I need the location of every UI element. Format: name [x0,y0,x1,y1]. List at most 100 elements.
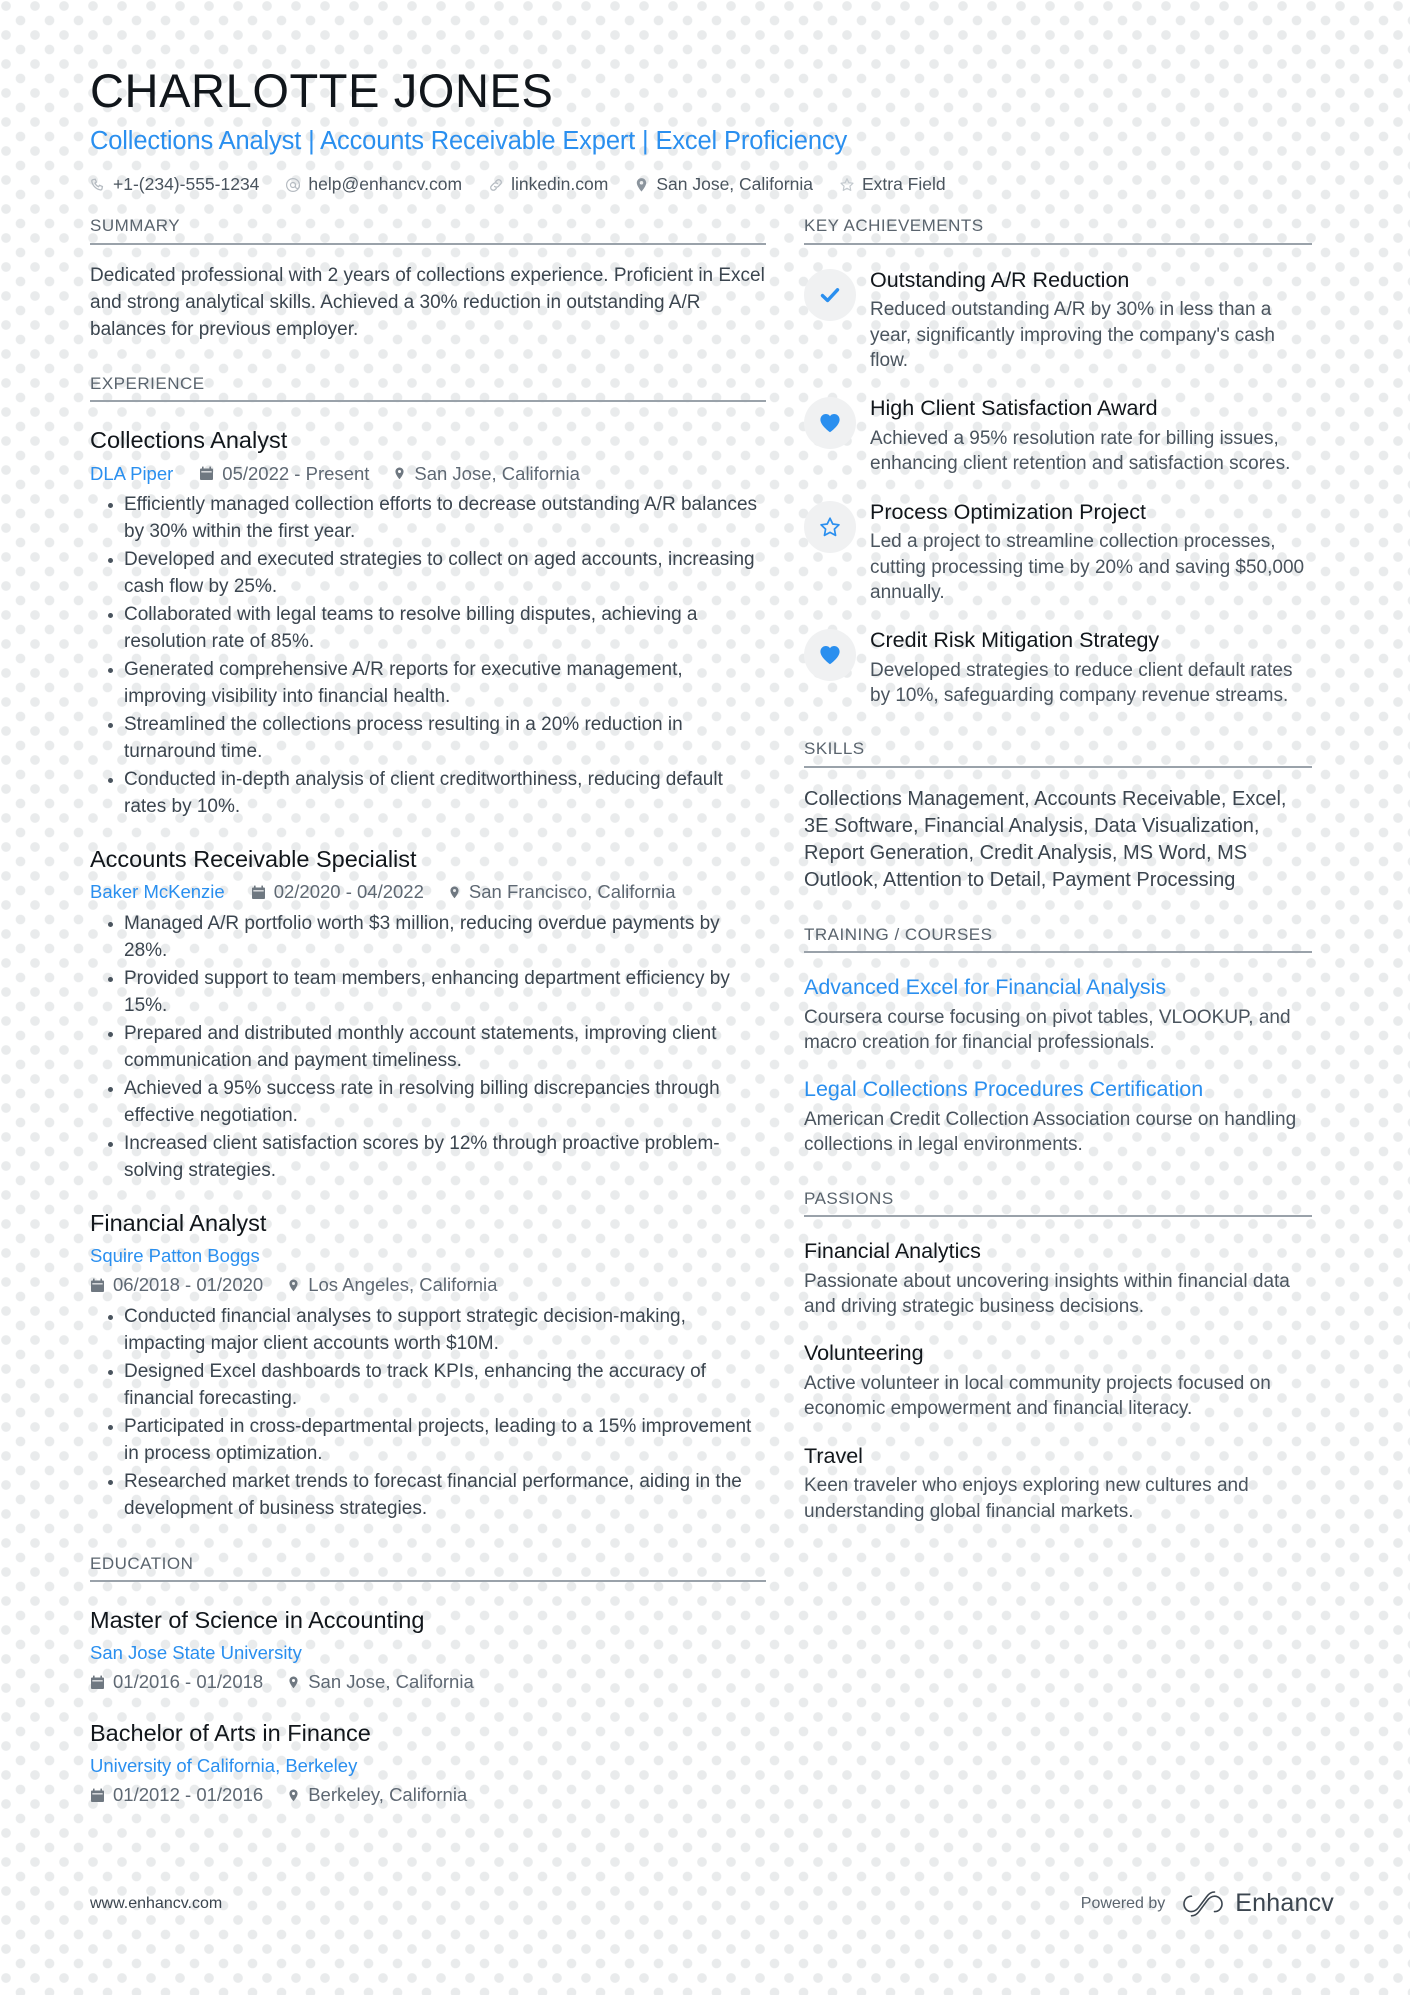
passion-description: Passionate about uncovering insights wit… [804,1270,1290,1317]
footer-brand: Powered by Enhancv [1081,1889,1334,1918]
passion-item: Financial Analytics Passionate about unc… [804,1239,1312,1319]
section-training-courses: TRAINING / COURSES Advanced Excel for Fi… [804,924,1312,1158]
achievement-title: Outstanding A/R Reduction [870,267,1130,292]
location-pin-icon [287,1278,300,1293]
skills-text: Collections Management, Accounts Receiva… [804,787,1287,891]
contact-phone[interactable]: +1-(234)-555-1234 [90,174,259,195]
experience-location: San Francisco, California [448,880,676,905]
contact-email[interactable]: help@enhancv.com [285,174,462,195]
achievement-description: Achieved a 95% resolution rate for billi… [870,427,1291,475]
contact-link-text: linkedin.com [511,174,609,195]
candidate-headline: Collections Analyst | Accounts Receivabl… [90,126,848,155]
contact-extra-field-text: Extra Field [861,174,946,195]
powered-by-label: Powered by [1080,1894,1166,1912]
course-item: Legal Collections Procedures Certificati… [804,1077,1312,1157]
section-education: EDUCATION Master of Science in Accountin… [90,1553,766,1809]
experience-dates: 05/2022 - Present [199,462,369,487]
location-pin-icon [634,177,649,193]
experience-company[interactable]: Baker McKenzie [90,880,225,905]
education-dates: 01/2012 - 01/2016 [90,1783,263,1808]
bullet-item: Developed and executed strategies to col… [108,547,766,601]
calendar-icon [251,885,266,900]
experience-dates-text: 06/2018 - 01/2020 [113,1274,264,1296]
experience-entry: Collections Analyst DLA Piper 05/2022 - … [90,426,766,821]
achievement-item: Outstanding A/R Reduction Reduced outsta… [804,267,1312,374]
bullet-item: Conducted financial analyses to support … [108,1304,766,1358]
achievement-item: Process Optimization Project Led a proje… [804,499,1312,606]
experience-job-title: Accounts Receivable Specialist [90,846,417,873]
passion-description: Active volunteer in local community proj… [804,1372,1271,1420]
contact-location[interactable]: San Jose, California [634,174,813,195]
bullet-item: Streamlined the collections process resu… [108,712,766,766]
achievement-description: Developed strategies to reduce client de… [870,659,1293,707]
course-title[interactable]: Advanced Excel for Financial Analysis [804,975,1312,1001]
achievement-title: Process Optimization Project [870,499,1147,524]
calendar-icon [199,466,214,481]
course-title[interactable]: Legal Collections Procedures Certificati… [804,1077,1312,1103]
bullet-item: Prepared and distributed monthly account… [108,1021,766,1075]
training-heading: TRAINING / COURSES [804,924,1312,953]
experience-dates-text: 02/2020 - 04/2022 [273,881,424,903]
calendar-icon [90,1788,105,1803]
check-icon [818,283,842,307]
experience-job-title: Collections Analyst [90,427,288,454]
achievement-description: Led a project to streamline collection p… [870,531,1305,603]
key-achievements-heading: KEY ACHIEVEMENTS [804,215,1312,245]
course-description: Coursera course focusing on pivot tables… [804,1006,1291,1053]
education-location: Berkeley, California [287,1783,467,1808]
achievement-item: High Client Satisfaction Award Achieved … [804,395,1312,476]
education-dates-text: 01/2012 - 01/2016 [113,1784,264,1806]
achievement-title: Credit Risk Mitigation Strategy [870,628,1160,653]
contact-link[interactable]: linkedin.com [488,174,608,195]
section-summary: SUMMARY Dedicated professional with 2 ye… [90,215,766,343]
achievement-badge [804,500,856,553]
resume-header: CHARLOTTE JONES Collections Analyst | Ac… [90,65,1334,195]
experience-entry: Financial Analyst Squire Patton Boggs 06… [90,1209,766,1523]
experience-location: San Jose, California [393,462,580,487]
experience-meta: Squire Patton Boggs 06/2018 - 01/2020 Lo… [90,1244,766,1298]
education-meta: San Jose State University 01/2016 - 01/2… [90,1641,766,1695]
passion-item: Travel Keen traveler who enjoys explorin… [804,1444,1312,1524]
enhancv-logo-icon [1181,1890,1225,1917]
bullet-item: Managed A/R portfolio worth $3 million, … [108,911,766,965]
achievement-description: Reduced outstanding A/R by 30% in less t… [870,299,1275,371]
experience-company[interactable]: DLA Piper [90,462,173,487]
education-dates-text: 01/2016 - 01/2018 [113,1671,264,1693]
summary-text: Dedicated professional with 2 years of c… [90,264,765,340]
section-key-achievements: KEY ACHIEVEMENTS Outstanding A/R Reducti… [804,215,1312,708]
location-pin-icon [287,1788,300,1803]
section-experience: EXPERIENCE Collections Analyst DLA Piper [90,373,766,1523]
star-outline-icon [818,515,842,539]
experience-company[interactable]: Squire Patton Boggs [90,1244,766,1269]
passion-title: Volunteering [804,1341,924,1366]
contact-row: +1-(234)-555-1234 help@enhancv.com linke… [90,174,1334,195]
resume-footer: www.enhancv.com Powered by Enhancv [90,1889,1334,1918]
course-item: Advanced Excel for Financial Analysis Co… [804,975,1312,1055]
passions-heading: PASSIONS [804,1188,1312,1217]
education-school[interactable]: San Jose State University [90,1641,766,1666]
education-entry: Master of Science in Accounting San Jose… [90,1606,766,1695]
experience-location-text: Los Angeles, California [308,1274,498,1296]
contact-extra-field[interactable]: Extra Field [839,174,946,195]
education-location-text: San Jose, California [308,1671,474,1693]
left-column: SUMMARY Dedicated professional with 2 ye… [90,215,804,1808]
experience-dates-text: 05/2022 - Present [222,462,370,484]
bullet-item: Generated comprehensive A/R reports for … [108,657,766,711]
experience-location-text: San Francisco, California [468,881,676,903]
star-outline-icon [839,177,855,193]
experience-location: Los Angeles, California [287,1273,497,1298]
experience-location-text: San Jose, California [414,462,580,484]
resume-body: SUMMARY Dedicated professional with 2 ye… [90,215,1334,1808]
passion-item: Volunteering Active volunteer in local c… [804,1341,1312,1421]
footer-website-url[interactable]: www.enhancv.com [90,1895,222,1913]
achievement-badge [804,397,856,450]
contact-phone-text: +1-(234)-555-1234 [113,174,260,195]
bullet-item: Collaborated with legal teams to resolve… [108,602,766,656]
education-degree: Bachelor of Arts in Finance [90,1720,371,1747]
phone-icon [90,177,106,193]
contact-email-text: help@enhancv.com [308,174,463,195]
heart-filled-icon [818,411,842,435]
contact-location-text: San Jose, California [656,174,813,195]
experience-entry: Accounts Receivable Specialist Baker McK… [90,845,766,1185]
education-school[interactable]: University of California, Berkeley [90,1754,766,1779]
